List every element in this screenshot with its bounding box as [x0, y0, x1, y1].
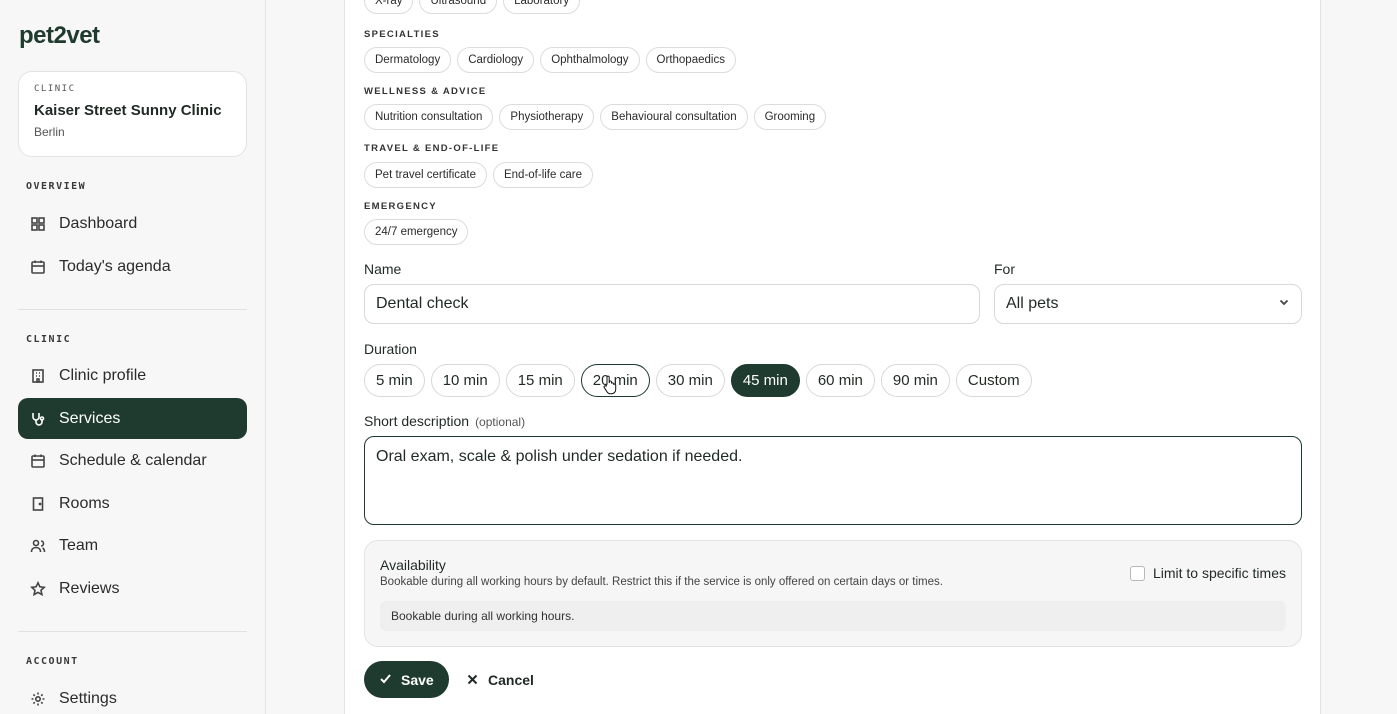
for-select[interactable]: All pets — [994, 284, 1302, 324]
sidebar-item-label: Settings — [59, 689, 117, 707]
category-chips-top: X-ray Ultrasound Laboratory — [364, 0, 581, 14]
category-chip[interactable]: Physiotherapy — [499, 104, 595, 130]
category-label-emergency: EMERGENCY — [364, 201, 437, 212]
cancel-button-label: Cancel — [488, 671, 534, 688]
section-label-clinic: CLINIC — [26, 334, 72, 345]
close-icon — [467, 672, 488, 688]
duration-option[interactable]: 30 min — [655, 364, 725, 397]
clinic-card-kicker: CLINIC — [34, 84, 76, 94]
sidebar-item-rooms[interactable]: Rooms — [18, 483, 247, 524]
availability-note: Bookable during all working hours. — [380, 601, 1286, 631]
logo-text-post: vet — [66, 22, 100, 49]
clinic-switcher-card[interactable]: CLINIC Kaiser Street Sunny Clinic Berlin — [18, 71, 247, 157]
category-chip[interactable]: Nutrition consultation — [364, 104, 494, 130]
hand-cursor-icon — [603, 375, 617, 395]
category-chip[interactable]: Orthopaedics — [645, 47, 736, 73]
for-select-value: All pets — [1006, 295, 1059, 312]
duration-option-selected[interactable]: 45 min — [730, 364, 800, 397]
check-icon — [379, 672, 401, 688]
door-icon — [30, 496, 46, 512]
sidebar-divider — [18, 631, 247, 632]
sidebar-item-clinic-profile[interactable]: Clinic profile — [18, 355, 247, 396]
duration-option-custom[interactable]: Custom — [955, 364, 1032, 397]
description-optional-hint: (optional) — [475, 415, 526, 429]
users-icon — [30, 538, 46, 554]
category-label-specialties: SPECIALTIES — [364, 29, 440, 40]
category-chip[interactable]: X-ray — [364, 0, 414, 14]
sidebar-item-team[interactable]: Team — [18, 525, 247, 566]
service-form-panel: X-ray Ultrasound Laboratory SPECIALTIES … — [344, 0, 1321, 714]
category-label-travel: TRAVEL & END-OF-LIFE — [364, 143, 500, 154]
sidebar-item-todays-agenda[interactable]: Today's agenda — [18, 246, 247, 287]
sidebar-item-schedule-calendar[interactable]: Schedule & calendar — [18, 440, 247, 481]
clinic-city: Berlin — [34, 125, 65, 139]
grid-icon — [30, 216, 46, 232]
save-button-label: Save — [401, 671, 434, 688]
category-chips-wellness: Nutrition consultation Physiotherapy Beh… — [364, 104, 827, 130]
calendar-icon — [30, 453, 46, 469]
sidebar-divider — [18, 309, 247, 310]
sidebar-item-label: Team — [59, 536, 99, 554]
category-chips-emergency: 24/7 emergency — [364, 219, 469, 245]
sidebar-item-dashboard[interactable]: Dashboard — [18, 203, 247, 244]
logo-text-two: 2 — [53, 22, 67, 49]
sidebar-item-settings[interactable]: Settings — [18, 678, 247, 714]
name-label: Name — [364, 261, 402, 277]
category-chip[interactable]: Ultrasound — [419, 0, 498, 14]
gear-icon — [30, 691, 46, 707]
star-icon — [30, 580, 46, 597]
duration-options: 5 min 10 min 15 min 20 min 30 min 45 min… — [364, 364, 1032, 397]
category-chip[interactable]: Grooming — [753, 104, 827, 130]
stethoscope-icon — [30, 411, 46, 427]
sidebar-item-label: Today's agenda — [59, 257, 171, 275]
sidebar-item-reviews[interactable]: Reviews — [18, 568, 247, 609]
description-textarea[interactable]: Oral exam, scale & polish under sedation… — [364, 436, 1302, 525]
sidebar: pet2vet CLINIC Kaiser Street Sunny Clini… — [0, 0, 266, 714]
category-chip[interactable]: Ophthalmology — [540, 47, 640, 73]
duration-option[interactable]: 90 min — [880, 364, 950, 397]
logo-text-pre: pet — [19, 22, 54, 49]
availability-section: Availability Bookable during all working… — [364, 540, 1302, 647]
duration-option[interactable]: 10 min — [430, 364, 500, 397]
brand-logo[interactable]: pet2vet — [19, 22, 100, 50]
limit-times-checkbox[interactable]: Limit to specific times — [1129, 565, 1286, 581]
category-chips-travel: Pet travel certificate End-of-life care — [364, 162, 593, 188]
limit-times-label: Limit to specific times — [1152, 565, 1286, 581]
category-chip[interactable]: Pet travel certificate — [364, 162, 487, 188]
category-label-wellness: WELLNESS & ADVICE — [364, 86, 487, 97]
sidebar-item-label: Clinic profile — [59, 366, 147, 384]
availability-description: Bookable during all working hours by def… — [380, 576, 943, 588]
chevron-down-icon — [1278, 295, 1290, 313]
cancel-button[interactable]: Cancel — [457, 661, 544, 698]
duration-label: Duration — [364, 341, 417, 357]
clinic-name: Kaiser Street Sunny Clinic — [34, 102, 222, 119]
category-chip[interactable]: Cardiology — [457, 47, 535, 73]
description-label: Short description (optional) — [364, 413, 525, 429]
sidebar-item-label: Reviews — [59, 579, 120, 597]
sidebar-item-services[interactable]: Services — [18, 398, 247, 439]
duration-option[interactable]: 60 min — [805, 364, 875, 397]
category-chip[interactable]: 24/7 emergency — [364, 219, 469, 245]
category-chip[interactable]: Laboratory — [503, 0, 581, 14]
for-label: For — [994, 261, 1015, 277]
section-label-account: ACCOUNT — [26, 656, 79, 667]
sidebar-item-label: Dashboard — [59, 214, 138, 232]
availability-title: Availability — [380, 557, 446, 573]
section-label-overview: OVERVIEW — [26, 181, 87, 192]
checkbox-box[interactable] — [1129, 565, 1145, 581]
category-chip[interactable]: End-of-life care — [492, 162, 593, 188]
duration-option[interactable]: 15 min — [505, 364, 575, 397]
sidebar-item-label: Rooms — [59, 494, 110, 512]
category-chip[interactable]: Behavioural consultation — [600, 104, 748, 130]
duration-option[interactable]: 5 min — [364, 364, 425, 397]
calendar-icon — [30, 259, 46, 275]
service-name-input[interactable]: Dental check — [364, 284, 980, 324]
building-icon — [30, 368, 46, 384]
sidebar-item-label: Services — [59, 409, 121, 427]
description-label-text: Short description — [364, 413, 470, 429]
save-button[interactable]: Save — [364, 661, 449, 698]
category-chip[interactable]: Dermatology — [364, 47, 452, 73]
category-chips-specialties: Dermatology Cardiology Ophthalmology Ort… — [364, 47, 736, 73]
sidebar-item-label: Schedule & calendar — [59, 451, 207, 469]
